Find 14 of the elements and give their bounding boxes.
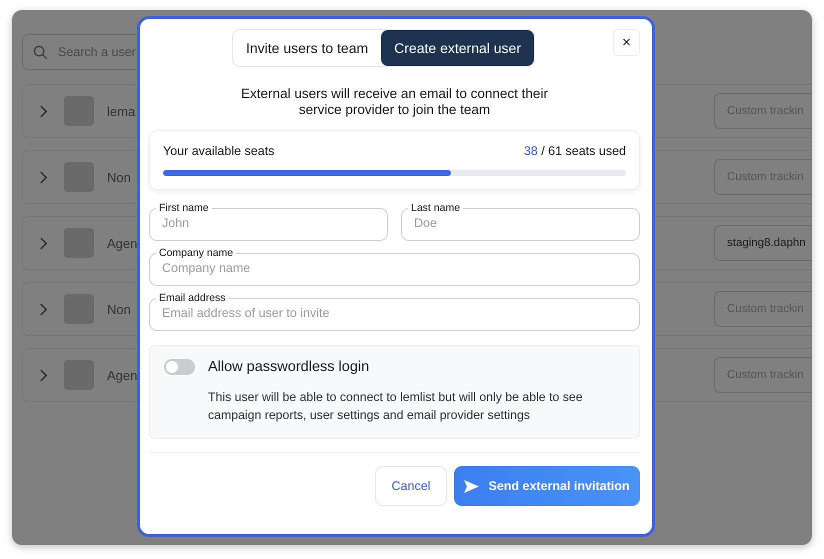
user-name: lema bbox=[107, 104, 136, 118]
field-label: Last name bbox=[410, 202, 462, 214]
field-label: First name bbox=[158, 202, 210, 214]
user-name: Agen bbox=[107, 368, 138, 382]
seats-count: 38 / 61 seats used bbox=[524, 144, 626, 158]
option-title: Allow passwordless login bbox=[208, 359, 370, 375]
user-name: Non bbox=[107, 170, 131, 184]
field-label: Email address bbox=[158, 292, 227, 304]
option-description: This user will be able to connect to lemlist but will only be able to see campaign reports, user settings and email provider settings bbox=[208, 389, 584, 424]
seats-label: Your available seats bbox=[163, 144, 274, 158]
user-name: Agen bbox=[107, 236, 138, 250]
description-text: External users will receive an email to connect their service provider to join the team bbox=[240, 86, 549, 118]
field-label: Company name bbox=[158, 247, 234, 259]
user-name: Non bbox=[107, 302, 131, 316]
